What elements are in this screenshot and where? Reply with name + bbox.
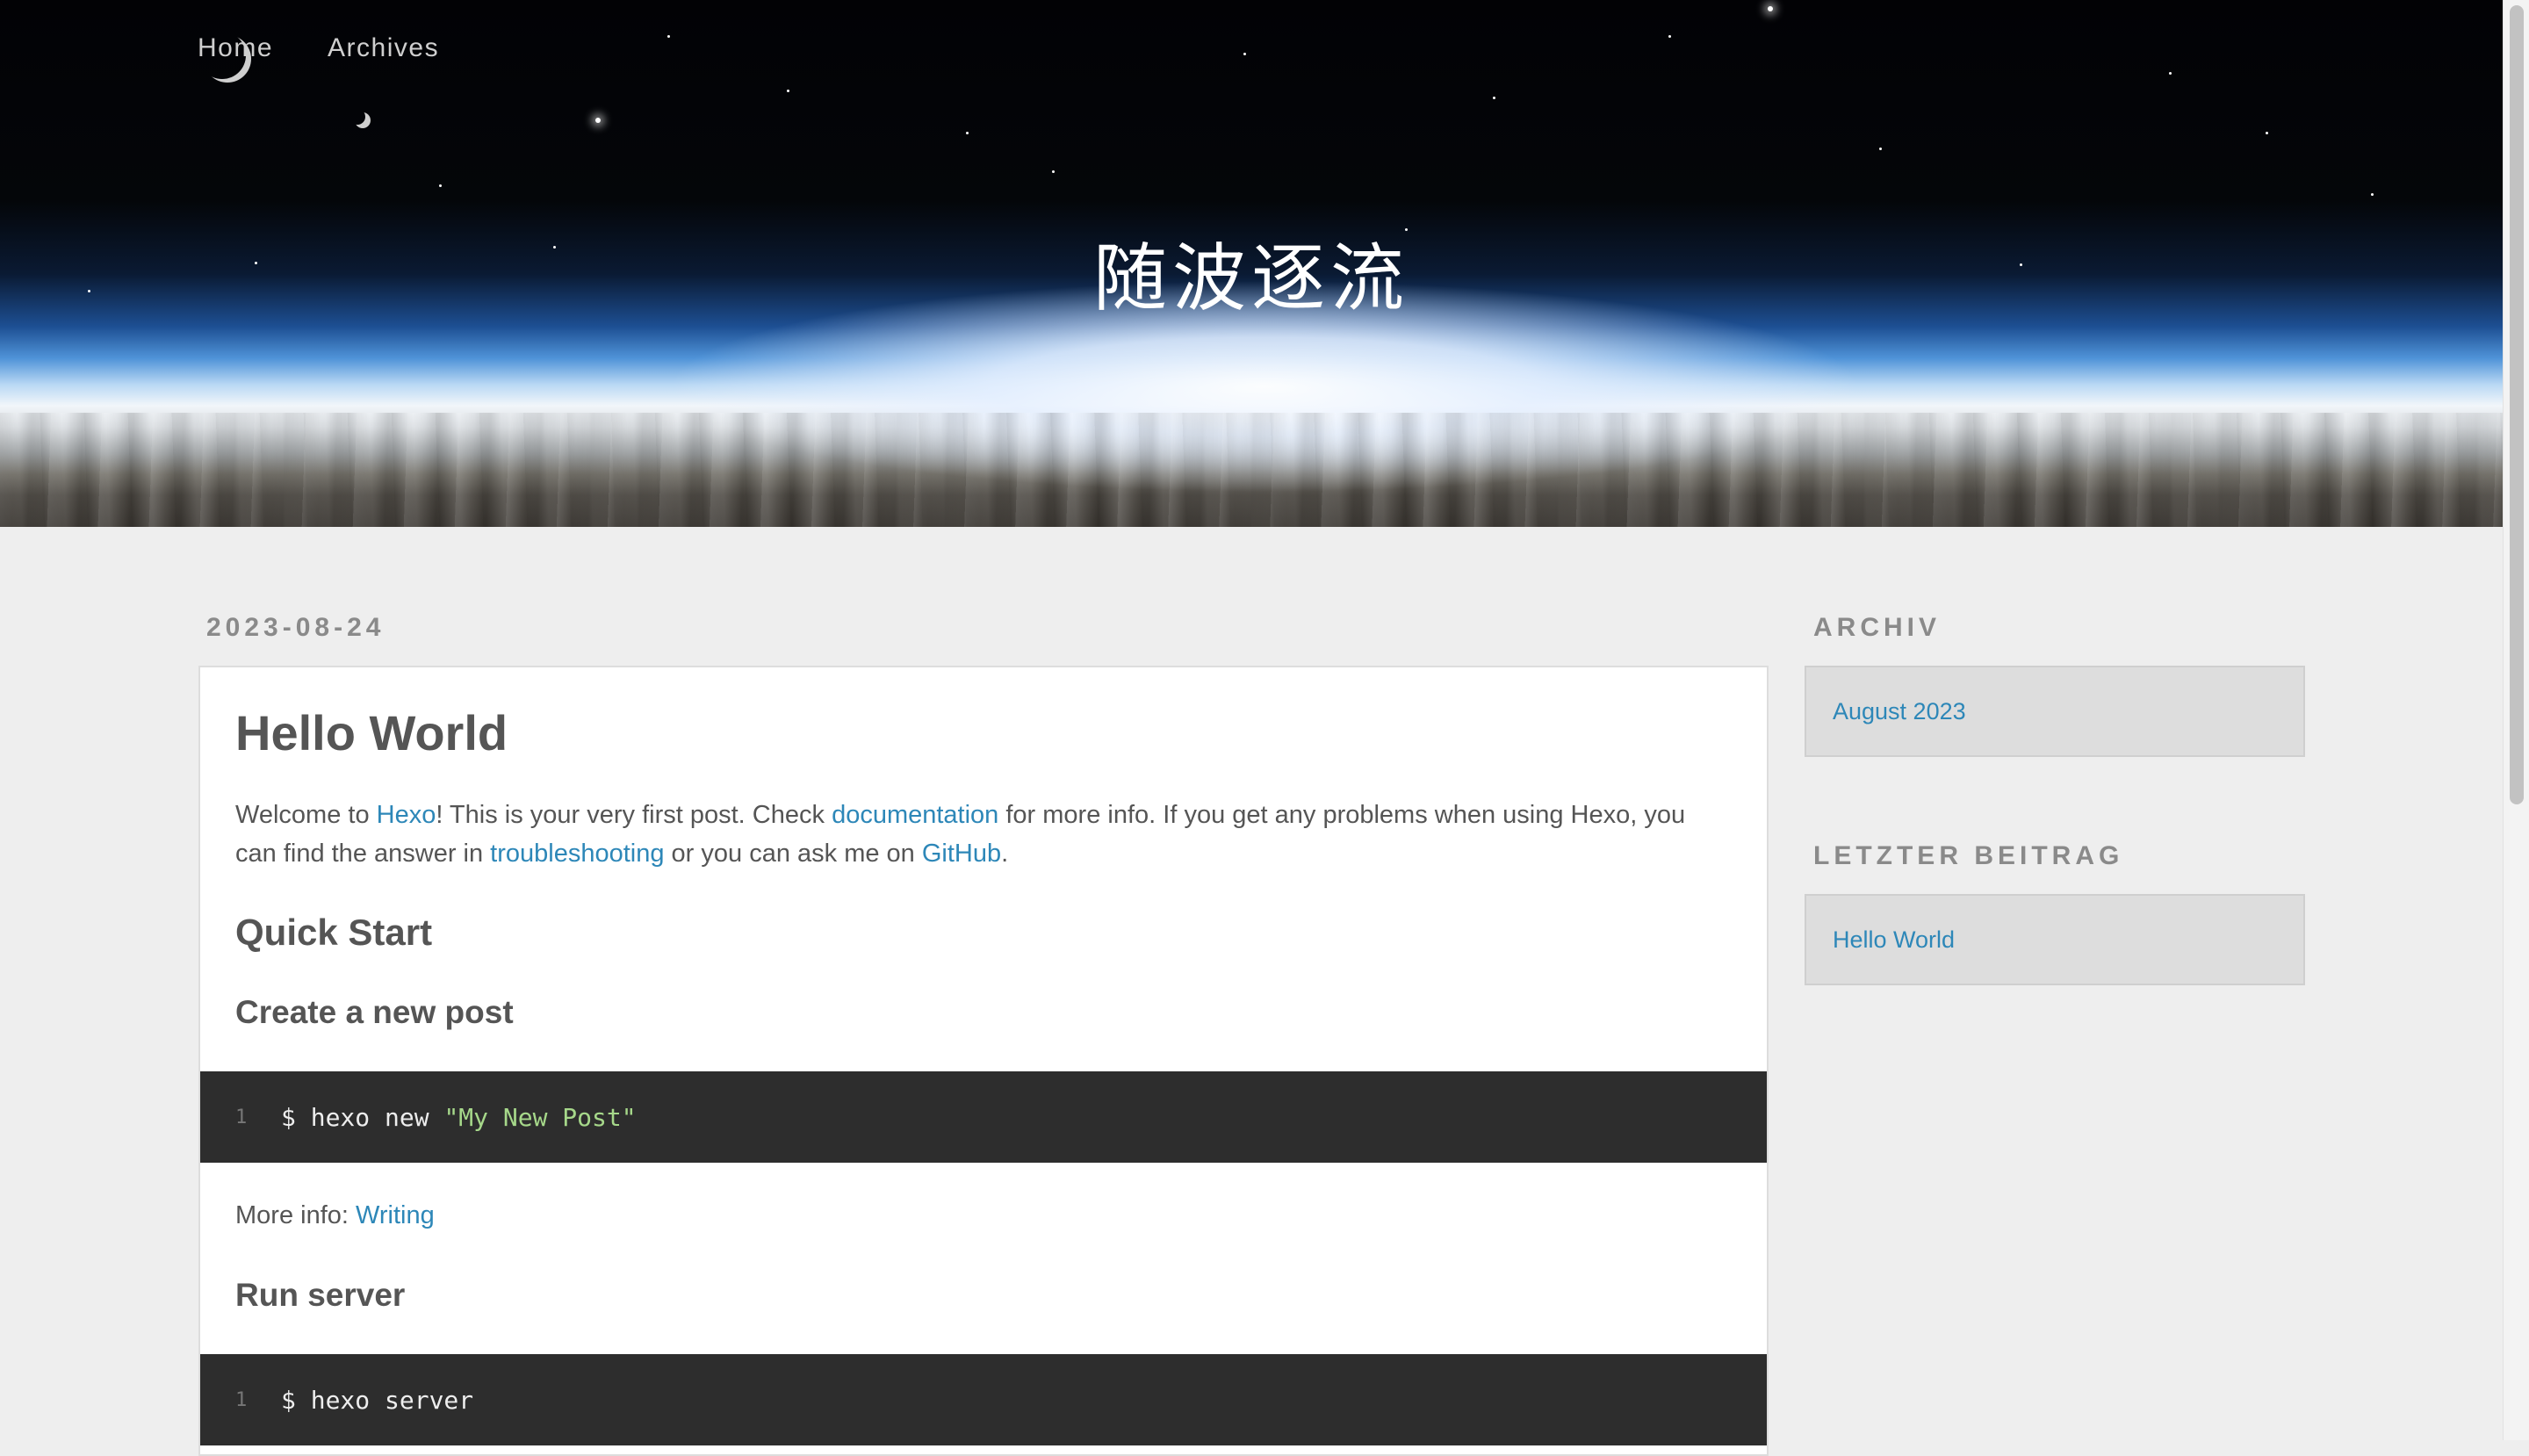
star [1493,97,1495,99]
sidebar-archive-box: August 2023 [1805,666,2305,757]
star [787,90,789,92]
top-nav: Home Archives [198,33,439,63]
star [1768,6,1773,11]
more-info: More info: Writing [235,1201,435,1230]
code-cmd-text: $ hexo new [281,1102,444,1132]
hexo-link[interactable]: Hexo [377,801,436,829]
nav-home[interactable]: Home [198,33,273,63]
troubleshooting-link[interactable]: troubleshooting [490,840,664,868]
more-info-label: More info: [235,1201,356,1229]
scrollbar-thumb[interactable] [2510,5,2524,804]
header-banner: Home Archives 随波逐流 [0,0,2503,527]
star [966,132,969,134]
archive-link-august-2023[interactable]: August 2023 [1833,698,1966,725]
heading-quick-start: Quick Start [235,912,433,953]
code-line-number: 1 [235,1106,248,1128]
star [1243,53,1246,55]
banner-clouds [0,413,2503,527]
moon-decoration [355,112,371,128]
post-date: 2023-08-24 [206,613,385,642]
heading-run-server: Run server [235,1277,406,1313]
post-title[interactable]: Hello World [235,704,508,761]
intro-text: Welcome to [235,801,377,829]
post-intro: Welcome to Hexo! This is your very first… [235,796,1728,873]
nav-archives[interactable]: Archives [328,33,439,63]
documentation-link[interactable]: documentation [832,801,998,829]
star [2266,132,2268,134]
star [1879,148,1882,150]
intro-text: . [1001,840,1009,868]
star [439,184,442,187]
github-link[interactable]: GitHub [922,840,1001,868]
sidebar-heading-archive: ARCHIV [1813,613,1942,642]
sidebar-heading-latest: LETZTER BEITRAG [1813,841,2124,870]
code-string: "My New Post" [443,1102,637,1132]
star [1052,170,1055,173]
star [1668,35,1671,38]
page-scrollbar[interactable] [2503,0,2529,1440]
sidebar-latest-box: Hello World [1805,894,2305,985]
intro-text: ! This is your very first post. Check [436,801,832,829]
star [595,118,601,123]
code-block-server: 1 $ hexo server [200,1354,1767,1445]
intro-text: or you can ask me on [664,840,922,868]
code-command: $ hexo new "My New Post" [281,1103,637,1132]
code-block-new-post: 1 $ hexo new "My New Post" [200,1071,1767,1163]
site-title: 随波逐流 [1092,235,1409,321]
code-line-number: 1 [235,1388,248,1411]
star [2371,193,2374,196]
star [2169,72,2172,75]
latest-post-link[interactable]: Hello World [1833,926,1955,954]
post-card: Hello World Welcome to Hexo! This is you… [198,666,1769,1456]
star [667,35,670,38]
writing-link[interactable]: Writing [356,1201,435,1229]
code-command: $ hexo server [281,1385,474,1415]
heading-create-post: Create a new post [235,994,514,1030]
